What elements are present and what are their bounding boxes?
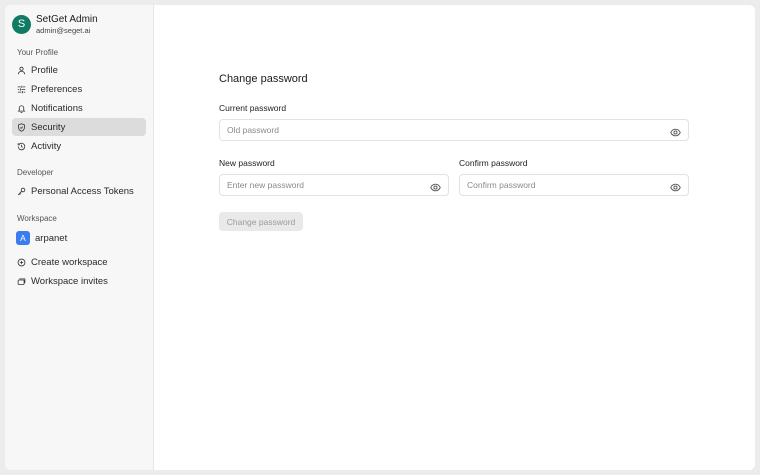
user-name: SetGet Admin [36, 14, 98, 25]
sliders-icon [17, 85, 26, 94]
workspace-avatar: A [16, 231, 30, 245]
sidebar-item-personal-access-tokens[interactable]: Personal Access Tokens [12, 182, 146, 200]
user-email: admin@seget.ai [36, 26, 91, 35]
sidebar-item-label: Profile [31, 64, 58, 76]
workspace-item-arpanet[interactable]: A arpanet [12, 229, 146, 247]
main-content: Change password Current password New pas… [154, 5, 755, 470]
section-label-workspace: Workspace [17, 214, 57, 223]
history-icon [17, 142, 26, 151]
workspace-name: arpanet [35, 232, 68, 244]
sidebar-item-preferences[interactable]: Preferences [12, 80, 146, 98]
key-icon [17, 187, 26, 196]
new-password-input[interactable] [219, 174, 449, 196]
plus-circle-icon [17, 258, 26, 267]
sidebar-item-label: Notifications [31, 102, 83, 114]
app-window: S SetGet Admin admin@seget.ai Your Profi… [5, 5, 755, 470]
current-password-input[interactable] [219, 119, 689, 141]
sidebar-item-profile[interactable]: Profile [12, 61, 146, 79]
bell-icon [17, 104, 26, 113]
confirm-password-label: Confirm password [459, 158, 528, 168]
sidebar-item-notifications[interactable]: Notifications [12, 99, 146, 117]
eye-icon[interactable] [430, 180, 441, 191]
sidebar-item-label: Workspace invites [31, 275, 108, 287]
stack-icon [17, 277, 26, 286]
confirm-password-input[interactable] [459, 174, 689, 196]
sidebar-item-label: Activity [31, 140, 62, 152]
sidebar-item-label: Personal Access Tokens [31, 185, 134, 197]
shield-icon [17, 122, 26, 132]
eye-icon[interactable] [670, 125, 681, 136]
current-password-label: Current password [219, 103, 287, 113]
page-title: Change password [219, 73, 308, 85]
sidebar-item-workspace-invites[interactable]: Workspace invites [12, 272, 146, 290]
sidebar-item-security[interactable]: Security [12, 118, 146, 136]
sidebar-item-label: Security [31, 121, 66, 133]
section-label-developer: Developer [17, 168, 54, 177]
sidebar-item-label: Preferences [31, 83, 83, 95]
sidebar: S SetGet Admin admin@seget.ai Your Profi… [5, 5, 154, 470]
avatar: S [12, 14, 31, 34]
sidebar-item-activity[interactable]: Activity [12, 137, 146, 155]
change-password-button[interactable]: Change password [219, 212, 303, 231]
new-password-label: New password [219, 158, 275, 168]
user-header[interactable]: S SetGet Admin admin@seget.ai [12, 14, 98, 35]
section-label-your-profile: Your Profile [17, 48, 59, 57]
user-icon [17, 66, 26, 75]
sidebar-item-label: Create workspace [31, 256, 108, 268]
eye-icon[interactable] [670, 180, 681, 191]
sidebar-item-create-workspace[interactable]: Create workspace [12, 253, 146, 271]
